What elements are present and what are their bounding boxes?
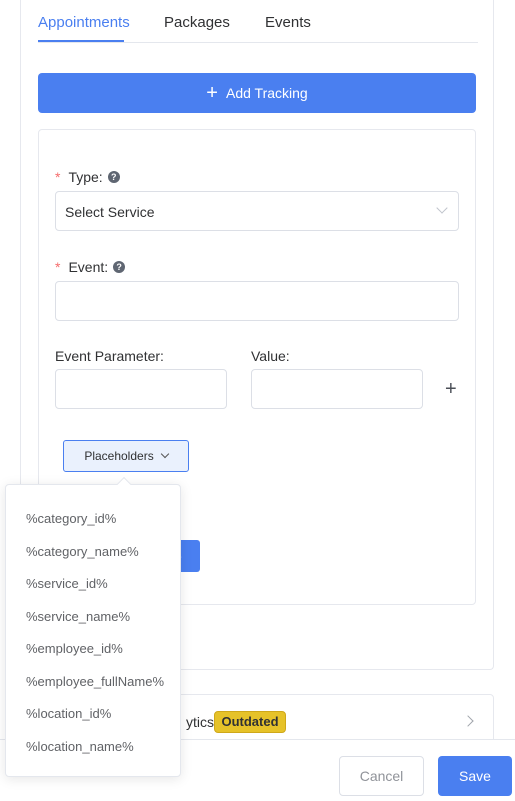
placeholder-item[interactable]: %service_id% bbox=[26, 576, 108, 591]
placeholder-item[interactable]: %employee_id% bbox=[26, 641, 123, 656]
tab-packages[interactable]: Packages bbox=[164, 14, 230, 31]
type-label: Type: bbox=[68, 169, 103, 185]
event-input[interactable] bbox=[55, 281, 459, 321]
active-tab-indicator bbox=[38, 40, 124, 42]
tab-events[interactable]: Events bbox=[265, 14, 311, 31]
placeholders-button-label: Placeholders bbox=[84, 449, 154, 463]
chevron-down-icon bbox=[436, 202, 448, 214]
tracking-tabs: Appointments Packages Events bbox=[38, 0, 478, 43]
save-button[interactable]: Save bbox=[438, 756, 512, 796]
add-tracking-button[interactable]: + Add Tracking bbox=[38, 73, 476, 113]
question-circle-icon[interactable]: ? bbox=[107, 171, 120, 183]
chevron-down-icon bbox=[160, 449, 169, 459]
placeholders-button[interactable]: Placeholders bbox=[63, 440, 189, 472]
placeholder-item[interactable]: %service_name% bbox=[26, 609, 130, 624]
cancel-button[interactable]: Cancel bbox=[339, 756, 424, 796]
event-parameter-input[interactable] bbox=[55, 369, 227, 409]
type-select-value: Select Service bbox=[65, 204, 155, 220]
add-parameter-plus-icon[interactable]: + bbox=[445, 378, 457, 401]
plus-icon: + bbox=[206, 82, 218, 104]
required-marker: * bbox=[55, 259, 61, 275]
event-label-row: * Event: ? bbox=[55, 259, 126, 275]
placeholder-item[interactable]: %category_name% bbox=[26, 544, 139, 559]
placeholder-item[interactable]: %location_name% bbox=[26, 739, 134, 754]
placeholders-dropdown: %category_id% %category_name% %service_i… bbox=[5, 476, 181, 777]
tab-appointments[interactable]: Appointments bbox=[38, 14, 130, 31]
placeholder-item[interactable]: %location_id% bbox=[26, 706, 111, 721]
value-label: Value: bbox=[251, 348, 290, 364]
type-select[interactable]: Select Service bbox=[55, 191, 459, 231]
value-input[interactable] bbox=[251, 369, 423, 409]
placeholder-item[interactable]: %employee_fullName% bbox=[26, 674, 164, 689]
required-marker: * bbox=[55, 169, 61, 185]
question-circle-icon[interactable]: ? bbox=[113, 261, 126, 273]
placeholder-item[interactable]: %category_id% bbox=[26, 511, 116, 526]
status-badge: Outdated bbox=[214, 711, 286, 733]
type-label-row: * Type: ? bbox=[55, 169, 120, 185]
add-tracking-label: Add Tracking bbox=[225, 85, 308, 101]
event-label: Event: bbox=[68, 259, 109, 275]
event-parameter-label: Event Parameter: bbox=[55, 348, 164, 364]
